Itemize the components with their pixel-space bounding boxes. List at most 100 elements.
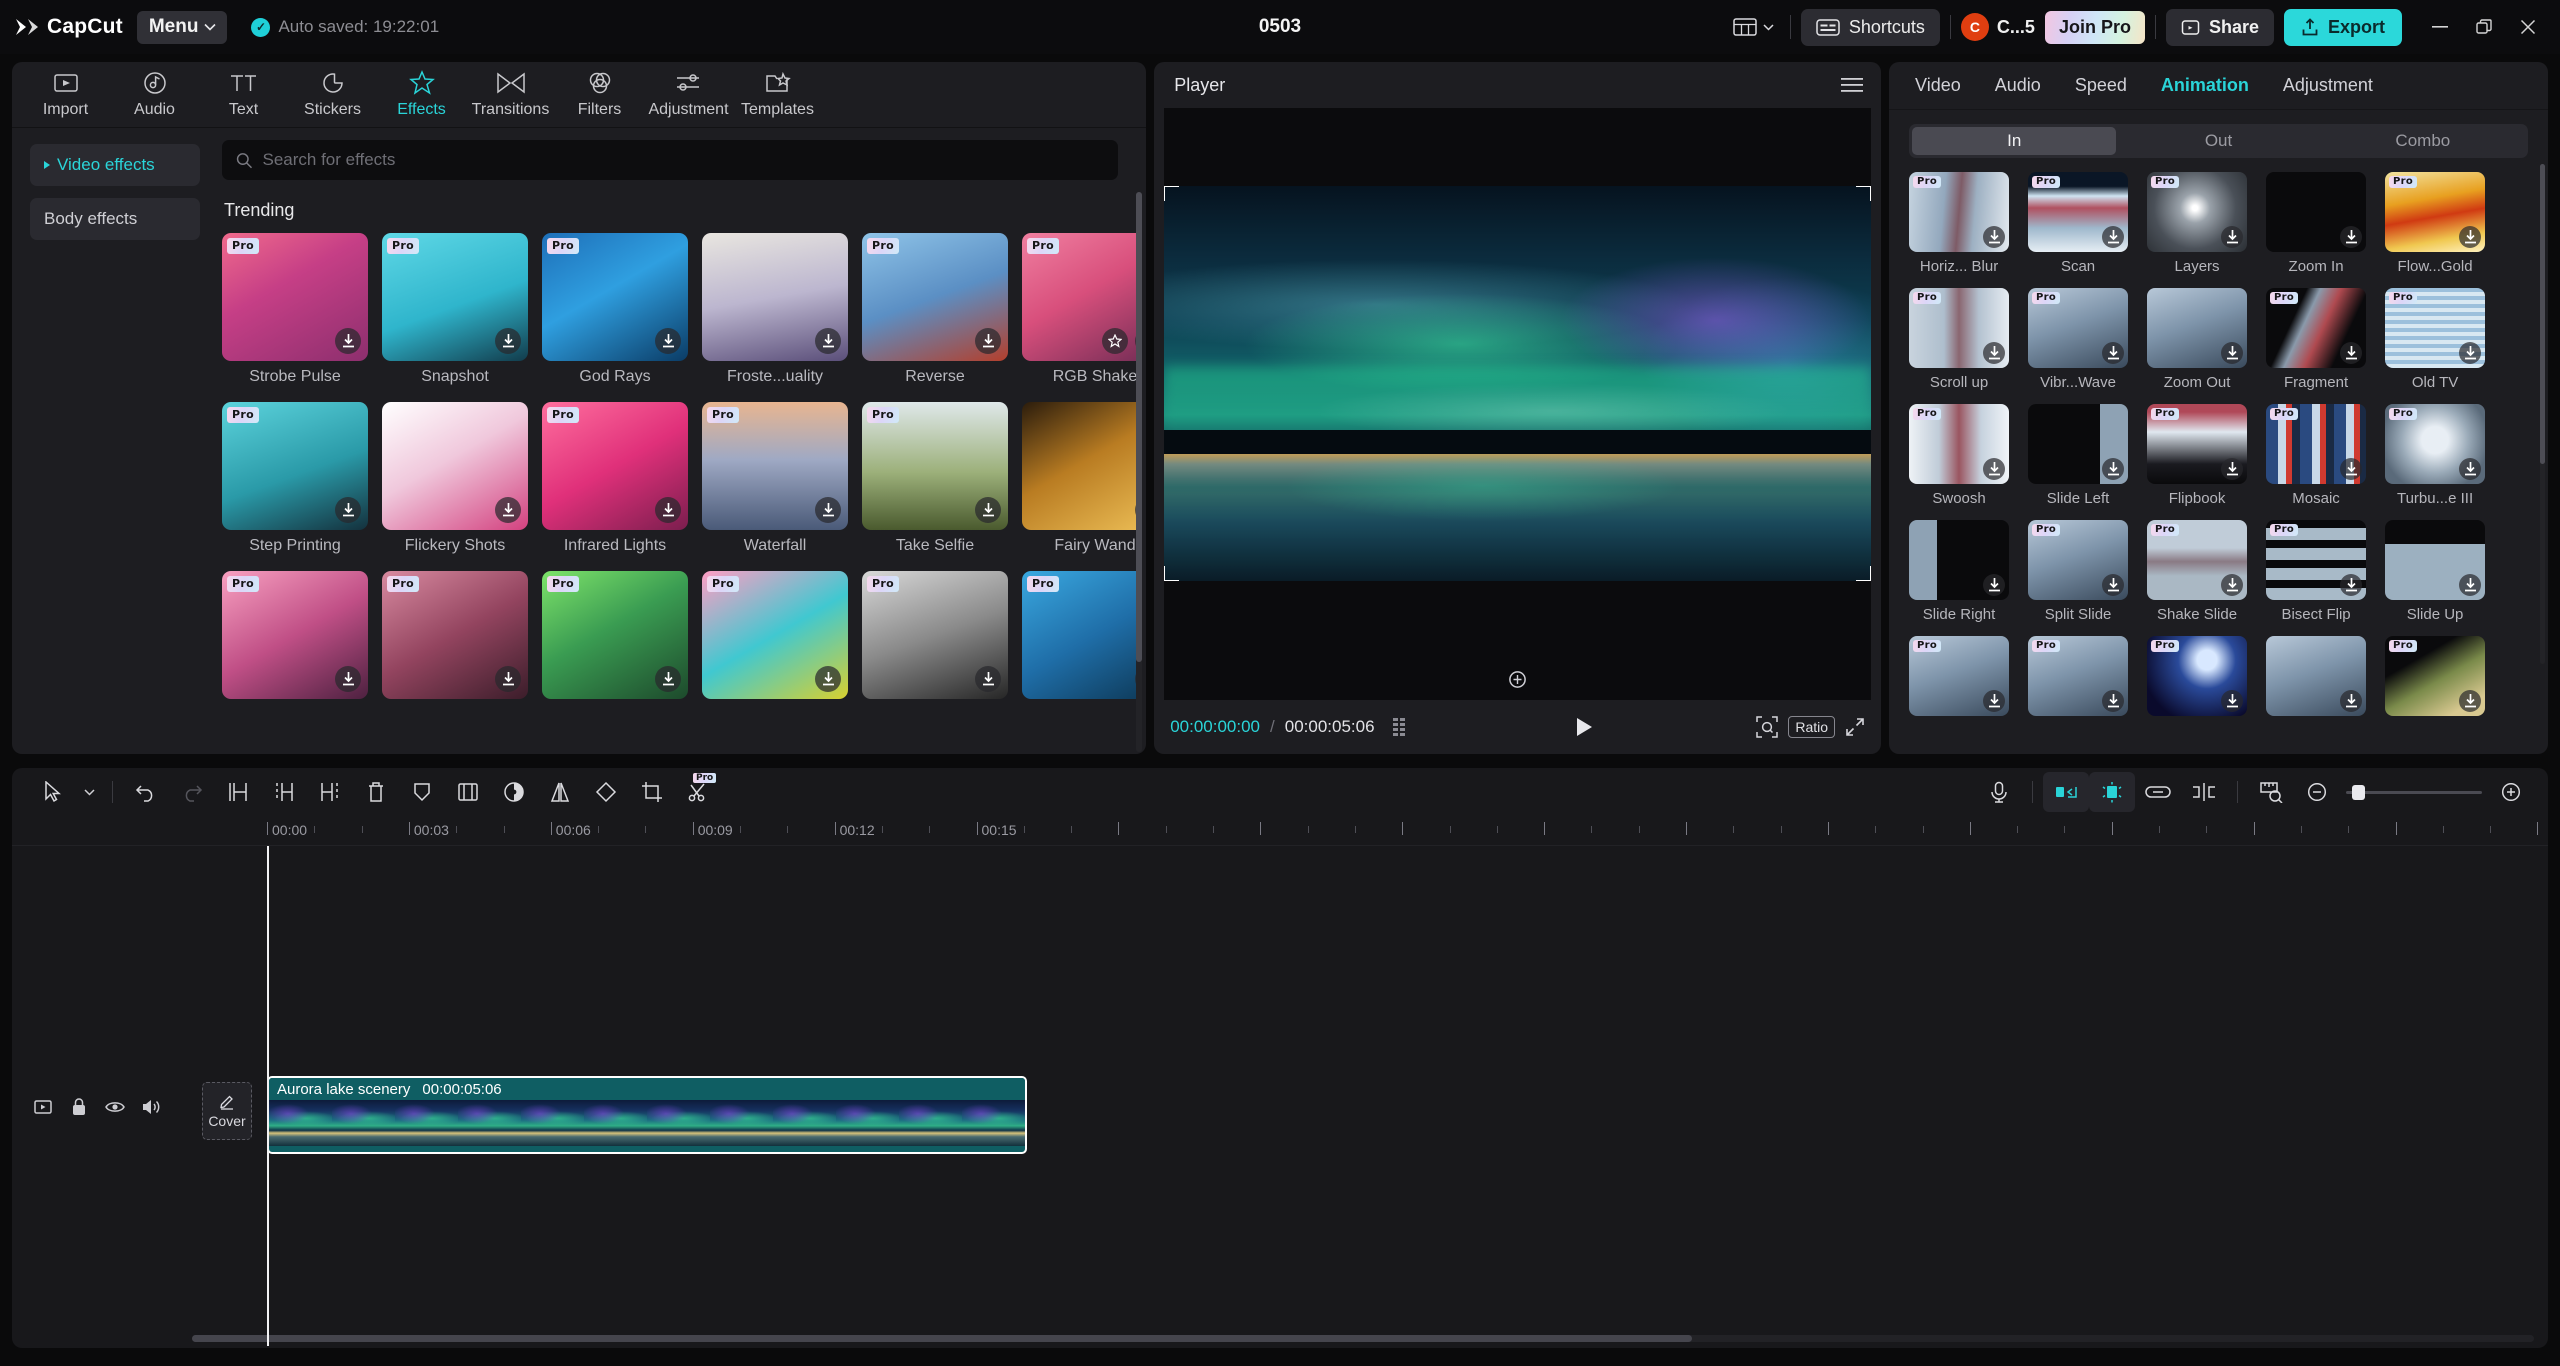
effect-card[interactable]: Pro Infrared Lights [542,402,688,555]
download-icon[interactable] [655,666,681,692]
animation-card[interactable] [2266,636,2367,722]
animation-card[interactable]: Pro [2147,636,2248,722]
animation-thumbnail[interactable] [1909,520,2010,600]
effect-thumbnail[interactable] [1022,402,1141,530]
timeline-horizontal-scrollbar[interactable] [192,1335,2534,1342]
download-icon[interactable] [1983,574,2006,596]
effect-thumbnail[interactable]: Pro [542,571,688,699]
timeline-flip[interactable] [537,772,583,812]
cover-button[interactable]: Cover [202,1082,252,1140]
animation-thumbnail[interactable]: Pro [2028,520,2129,600]
download-icon[interactable] [2340,690,2363,712]
effect-card[interactable]: Pro Reverse [862,233,1008,386]
download-icon[interactable] [335,666,361,692]
effect-card[interactable]: Pro [1022,571,1141,706]
download-icon[interactable] [2340,226,2363,248]
download-icon[interactable] [2221,574,2244,596]
animation-thumbnail[interactable]: Pro [2028,636,2129,716]
download-icon[interactable] [2221,458,2244,480]
resource-tab-stickers[interactable]: Stickers [289,66,376,124]
animation-card[interactable]: Pro Old TV [2385,288,2486,391]
effect-thumbnail[interactable]: Pro [542,402,688,530]
timeline-crop[interactable] [629,772,675,812]
animation-thumbnail[interactable]: Pro [2266,520,2367,600]
effect-thumbnail[interactable]: Pro [702,402,848,530]
effects-scrollbar[interactable] [1136,192,1143,752]
animation-thumbnail[interactable]: Pro [2266,404,2367,484]
effect-card[interactable]: Pro [382,571,528,706]
animation-card[interactable]: Zoom In [2266,172,2367,275]
download-icon[interactable] [2102,574,2125,596]
animation-thumbnail[interactable] [2147,288,2248,368]
timeline-trim-left[interactable] [261,772,307,812]
download-icon[interactable] [2102,342,2125,364]
track-video-icon[interactable] [32,1096,54,1118]
maximize-button[interactable] [2464,10,2504,44]
resource-tab-text[interactable]: Text [200,66,287,124]
animation-thumbnail[interactable]: Pro [2266,288,2367,368]
effect-card[interactable]: Pro [862,571,1008,706]
effect-card[interactable]: Pro RGB Shake [1022,233,1141,386]
timeline-select-tool[interactable] [30,772,76,812]
timeline-zoom-out-button[interactable] [2294,772,2340,812]
download-icon[interactable] [1983,226,2006,248]
animation-thumbnail[interactable]: Pro [2147,636,2248,716]
download-icon[interactable] [2221,342,2244,364]
inspector-tab-speed[interactable]: Speed [2073,71,2129,100]
effect-card[interactable]: Pro [222,571,368,706]
join-pro-button[interactable]: Join Pro [2044,10,2145,44]
timeline-toggle-preview[interactable] [2181,772,2227,812]
animation-segment-out[interactable]: Out [2116,127,2320,155]
timeline-magnet-adsorb[interactable] [2089,772,2135,812]
timeline-record-voiceover[interactable] [1976,772,2022,812]
effect-card[interactable]: Pro Waterfall [702,402,848,555]
effect-thumbnail[interactable]: Pro [222,571,368,699]
effect-card[interactable]: Flickery Shots [382,402,528,555]
animation-thumbnail[interactable]: Pro [2385,636,2486,716]
effect-thumbnail[interactable]: Pro [222,402,368,530]
inspector-tab-animation[interactable]: Animation [2159,71,2251,100]
animation-card[interactable]: Pro [1909,636,2010,722]
search-bar[interactable] [222,140,1119,180]
download-icon[interactable] [335,497,361,523]
ratio-button[interactable]: Ratio [1788,716,1836,738]
effect-thumbnail[interactable]: Pro [1022,571,1141,699]
effect-card[interactable]: Pro [542,571,688,706]
effect-thumbnail[interactable]: Pro [702,571,848,699]
reset-button[interactable] [1508,670,1527,689]
timeline-rotate[interactable] [583,772,629,812]
animation-thumbnail[interactable]: Pro [2147,172,2248,252]
minimize-button[interactable] [2420,10,2460,44]
effect-thumbnail[interactable]: Pro [382,571,528,699]
menu-button[interactable]: Menu [136,10,228,44]
effect-card[interactable]: Froste...uality [702,233,848,386]
download-icon[interactable] [2102,458,2125,480]
effect-thumbnail[interactable]: Pro [542,233,688,361]
download-icon[interactable] [2221,226,2244,248]
animation-thumbnail[interactable]: Pro [2385,404,2486,484]
download-icon[interactable] [815,497,841,523]
timeline-marker[interactable] [399,772,445,812]
effects-category-body-effects[interactable]: Body effects [30,198,200,240]
shortcuts-button[interactable]: Shortcuts [1800,8,1940,46]
animation-thumbnail[interactable]: Pro [1909,172,2010,252]
favorite-icon[interactable] [1102,328,1128,354]
download-icon[interactable] [2459,574,2482,596]
inspector-tab-audio[interactable]: Audio [1993,71,2043,100]
animation-card[interactable]: Pro Layers [2147,172,2248,275]
download-icon[interactable] [815,328,841,354]
animation-card[interactable]: Pro Vibr...Wave [2028,288,2129,391]
download-icon[interactable] [655,497,681,523]
animation-card[interactable]: Pro Bisect Flip [2266,520,2367,623]
resource-tab-adjustment[interactable]: Adjustment [645,66,732,124]
download-icon[interactable] [1983,458,2006,480]
track-visibility[interactable] [104,1096,126,1118]
timeline-ruler[interactable]: 00:00 00:03 00:06 00:09 00:12 00:15 [12,816,2548,846]
animation-thumbnail[interactable] [2385,520,2486,600]
download-icon[interactable] [495,328,521,354]
download-icon[interactable] [815,666,841,692]
effect-card[interactable]: Pro Take Selfie [862,402,1008,555]
animation-card[interactable]: Zoom Out [2147,288,2248,391]
animation-thumbnail[interactable]: Pro [2028,288,2129,368]
resource-tab-templates[interactable]: Templates [734,66,821,124]
